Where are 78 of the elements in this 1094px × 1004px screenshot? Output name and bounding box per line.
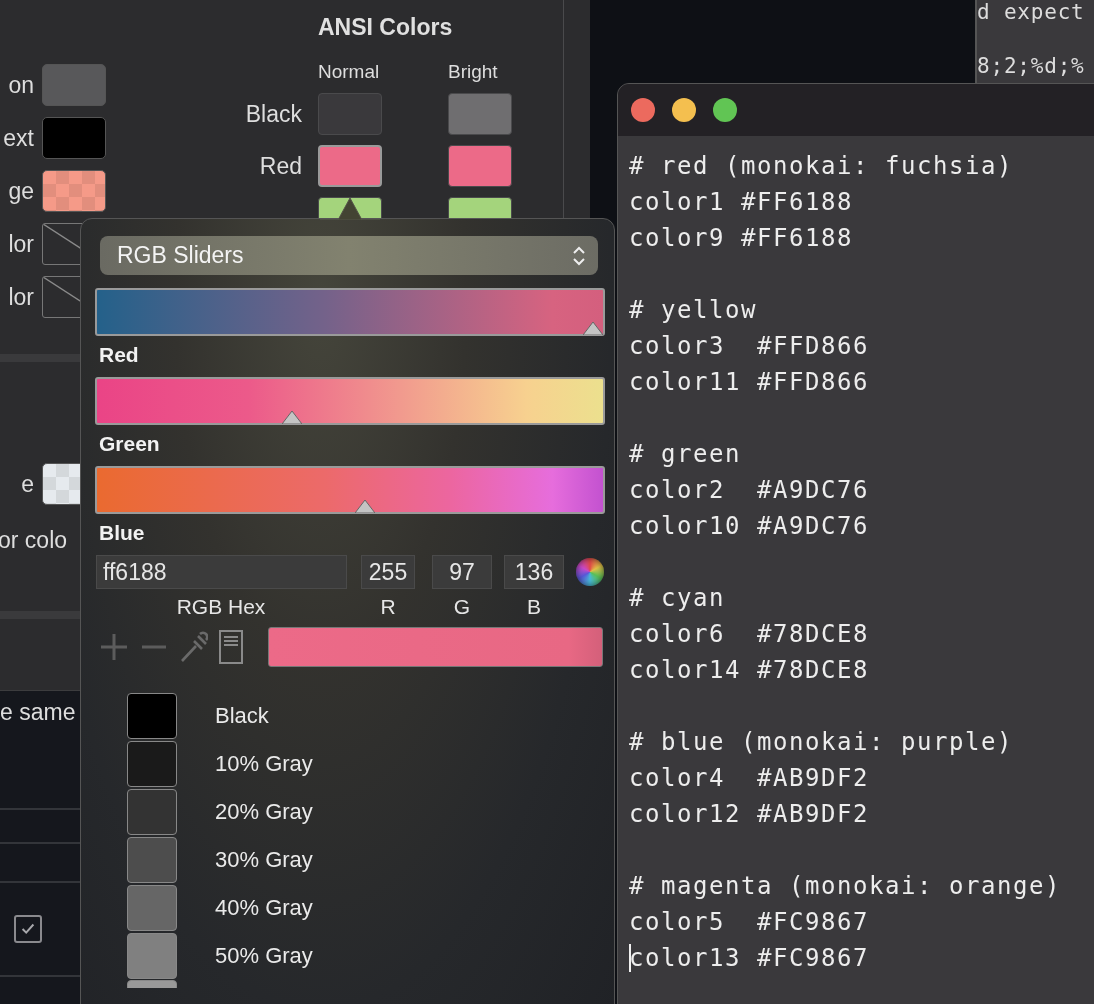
slider-label: Blue [98, 520, 146, 546]
list-icon[interactable] [218, 629, 244, 665]
color-swatch[interactable] [127, 789, 177, 835]
terminal-line: color11 #FFD866 [629, 367, 869, 398]
terminal-line: color1 #FF6188 [629, 187, 853, 218]
mode-dropdown[interactable]: RGB Sliders [100, 236, 598, 275]
terminal-line: color3 #FFD866 [629, 331, 869, 362]
setting-label: e [20, 470, 34, 498]
column-header: Bright [448, 61, 499, 83]
terminal-line: # green [629, 439, 742, 470]
color-label: Red [259, 152, 302, 179]
terminal-line: color10 #A9DC76 [629, 511, 869, 542]
color-well[interactable] [42, 117, 106, 159]
setting-text: e same [0, 699, 76, 726]
plus-icon[interactable] [98, 631, 130, 663]
terminal-line: # cyan [629, 583, 726, 614]
terminal-line: color6 #78DCE8 [629, 619, 869, 650]
channel-field[interactable]: 255 [361, 555, 415, 589]
minimize-button[interactable] [672, 98, 696, 122]
slider-thumb[interactable] [583, 321, 603, 335]
setting-label: on [7, 71, 34, 99]
field-label: RGB Hex [176, 595, 266, 619]
column-header: Normal [318, 61, 381, 83]
channel-field[interactable]: 97 [432, 555, 492, 589]
setting-label: ext [2, 124, 34, 152]
color-well[interactable] [318, 93, 382, 135]
slider-thumb[interactable] [354, 499, 375, 513]
terminal-line: color5 #FC9867 [629, 907, 869, 938]
channel-field[interactable]: 136 [504, 555, 564, 589]
terminal-line: color2 #A9DC76 [629, 475, 869, 506]
terminal-line: color13 #FC9867 [629, 943, 869, 974]
terminal-line: color12 #AB9DF2 [629, 799, 869, 830]
color-well[interactable] [448, 145, 512, 187]
color-swatch[interactable] [127, 933, 177, 979]
terminal-line: color4 #AB9DF2 [629, 763, 869, 794]
color-well[interactable] [42, 170, 106, 212]
chevron-icon [572, 244, 586, 267]
color-well[interactable] [42, 64, 106, 106]
color-well[interactable] [448, 93, 512, 135]
slider-label: Red [98, 342, 140, 368]
terminal-line: # yellow [629, 295, 758, 326]
color-wheel-icon[interactable] [576, 558, 604, 586]
terminal-line: 8;2;%d;% [977, 54, 1085, 78]
field-label: G [453, 595, 471, 619]
setting-label: ge [7, 177, 34, 205]
hex-field[interactable]: ff6188 [96, 555, 347, 589]
terminal-line: color9 #FF6188 [629, 223, 853, 254]
field-label: B [527, 595, 541, 619]
slider-thumb[interactable] [281, 410, 302, 424]
color-label: Black [245, 100, 302, 127]
slider-label: Green [98, 431, 161, 457]
field-label: R [380, 595, 396, 619]
swatch-name[interactable]: 10% Gray [215, 751, 313, 777]
slider-track[interactable] [95, 466, 605, 514]
swatch-name[interactable]: 30% Gray [215, 847, 313, 873]
color-swatch[interactable] [127, 885, 177, 931]
eyedropper-icon[interactable] [178, 630, 208, 664]
section-title: ANSI Colors [318, 14, 454, 41]
color-swatch[interactable] [127, 741, 177, 787]
slider-track[interactable] [95, 288, 605, 336]
slider-track[interactable] [95, 377, 605, 425]
terminal-line: # magenta (monokai: orange) [629, 871, 1062, 902]
swatch-name[interactable]: 40% Gray [215, 895, 313, 921]
terminal-line: # blue (monokai: purple) [629, 727, 1014, 758]
setting-label: lor [7, 230, 34, 258]
close-button[interactable] [631, 98, 655, 122]
setting-label: lor [7, 283, 34, 311]
terminal-line: d expect [977, 0, 1085, 24]
color-swatch[interactable] [127, 693, 177, 739]
swatch-name[interactable]: 20% Gray [215, 799, 313, 825]
swatch-name[interactable]: Black [215, 703, 269, 729]
zoom-button[interactable] [713, 98, 737, 122]
color-well[interactable] [318, 145, 382, 187]
checkbox[interactable] [14, 915, 42, 943]
terminal-line: color14 #78DCE8 [629, 655, 869, 686]
terminal-line: # red (monokai: fuchsia) [629, 151, 1014, 182]
swatch-name[interactable]: 50% Gray [215, 943, 313, 969]
color-swatch[interactable] [127, 837, 177, 883]
